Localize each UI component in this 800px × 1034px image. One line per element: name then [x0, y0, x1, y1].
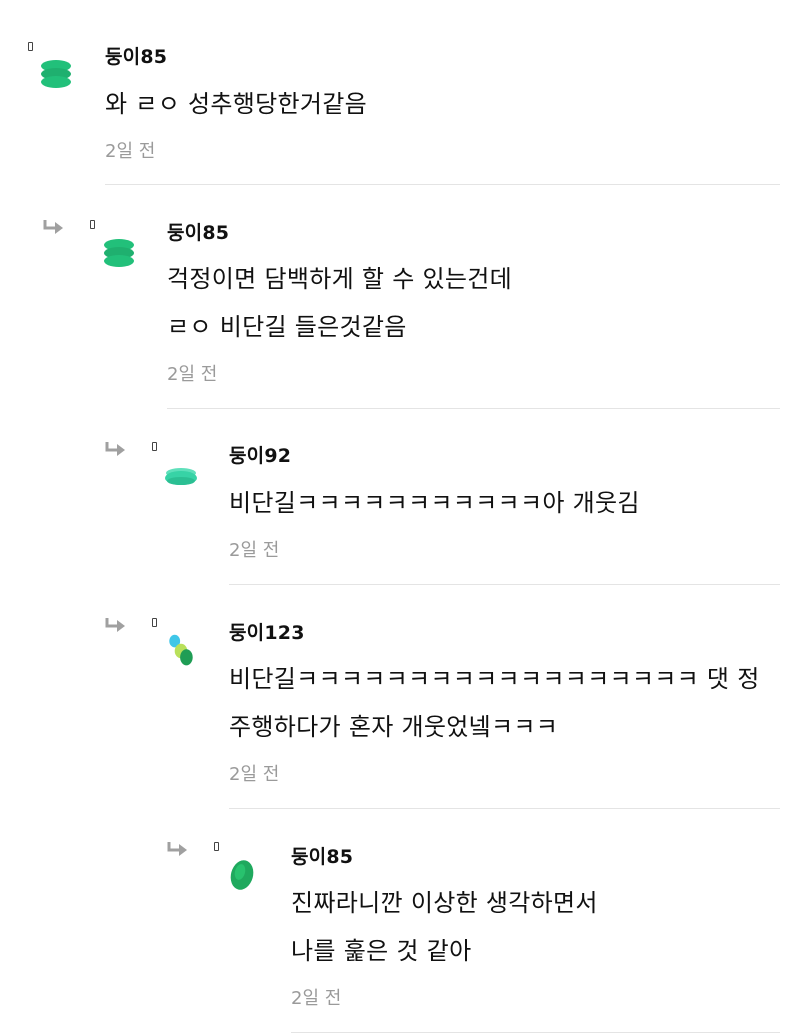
- tag-icon: [152, 618, 157, 627]
- comment-text: 걱정이면 담백하게 할 수 있는건데: [167, 265, 513, 293]
- comment-text: 와 ㄹㅇ 성추행당한거같음: [105, 90, 368, 118]
- username[interactable]: 둥이85: [167, 218, 229, 245]
- comment-text: 주행하다가 혼자 개웃었넼ㅋㅋㅋ: [229, 713, 559, 741]
- reply-arrow-icon: [105, 618, 125, 632]
- comment-item: 둥이85 와 ㄹㅇ 성추행당한거같음 2일 전: [0, 0, 800, 185]
- comment-item: 둥이85 걱정이면 담백하게 할 수 있는건데 ㄹㅇ 비단길 들은것같음 2일 …: [0, 185, 800, 409]
- comment-thread: 둥이85 와 ㄹㅇ 성추행당한거같음 2일 전 둥이85 걱정이면 담백하게 할…: [0, 0, 800, 1034]
- teal-disc-icon[interactable]: [163, 459, 199, 495]
- reply-arrow-icon: [105, 442, 125, 456]
- tag-icon: [214, 842, 219, 851]
- reply-arrow-icon: [43, 220, 63, 234]
- multicolor-circles-icon[interactable]: [163, 633, 199, 669]
- comment-item: 둥이85 진짜라니깐 이상한 생각하면서 나를 훑은 것 같아 2일 전: [0, 809, 800, 1034]
- comment-text: 비단길ㅋㅋㅋㅋㅋㅋㅋㅋㅋㅋㅋㅋㅋㅋㅋㅋㅋㅋ 댓 정: [229, 665, 760, 693]
- tag-icon: [90, 220, 95, 229]
- username[interactable]: 둥이92: [229, 441, 291, 468]
- timestamp: 2일 전: [105, 141, 156, 162]
- comment-text: 비단길ㅋㅋㅋㅋㅋㅋㅋㅋㅋㅋㅋ아 개웃김: [229, 489, 640, 517]
- timestamp: 2일 전: [167, 364, 218, 385]
- comment-item: 둥이123 비단길ㅋㅋㅋㅋㅋㅋㅋㅋㅋㅋㅋㅋㅋㅋㅋㅋㅋㅋ 댓 정 주행하다가 혼자…: [0, 585, 800, 809]
- green-stack-icon[interactable]: [38, 56, 74, 92]
- comment-item: 둥이92 비단길ㅋㅋㅋㅋㅋㅋㅋㅋㅋㅋㅋ아 개웃김 2일 전: [0, 409, 800, 585]
- timestamp: 2일 전: [229, 764, 280, 785]
- comment-text: 진짜라니깐 이상한 생각하면서: [291, 889, 598, 917]
- timestamp: 2일 전: [291, 988, 342, 1009]
- tag-icon: [28, 42, 33, 51]
- green-stack-icon[interactable]: [101, 235, 137, 271]
- username[interactable]: 둥이85: [105, 42, 167, 69]
- tag-icon: [152, 442, 157, 451]
- reply-arrow-icon: [167, 842, 187, 856]
- green-oval-icon[interactable]: [225, 857, 261, 893]
- comment-text: ㄹㅇ 비단길 들은것같음: [167, 313, 407, 341]
- timestamp: 2일 전: [229, 540, 280, 561]
- comment-text: 나를 훑은 것 같아: [291, 937, 472, 965]
- username[interactable]: 둥이123: [229, 618, 305, 645]
- divider: [291, 1032, 780, 1033]
- username[interactable]: 둥이85: [291, 842, 353, 869]
